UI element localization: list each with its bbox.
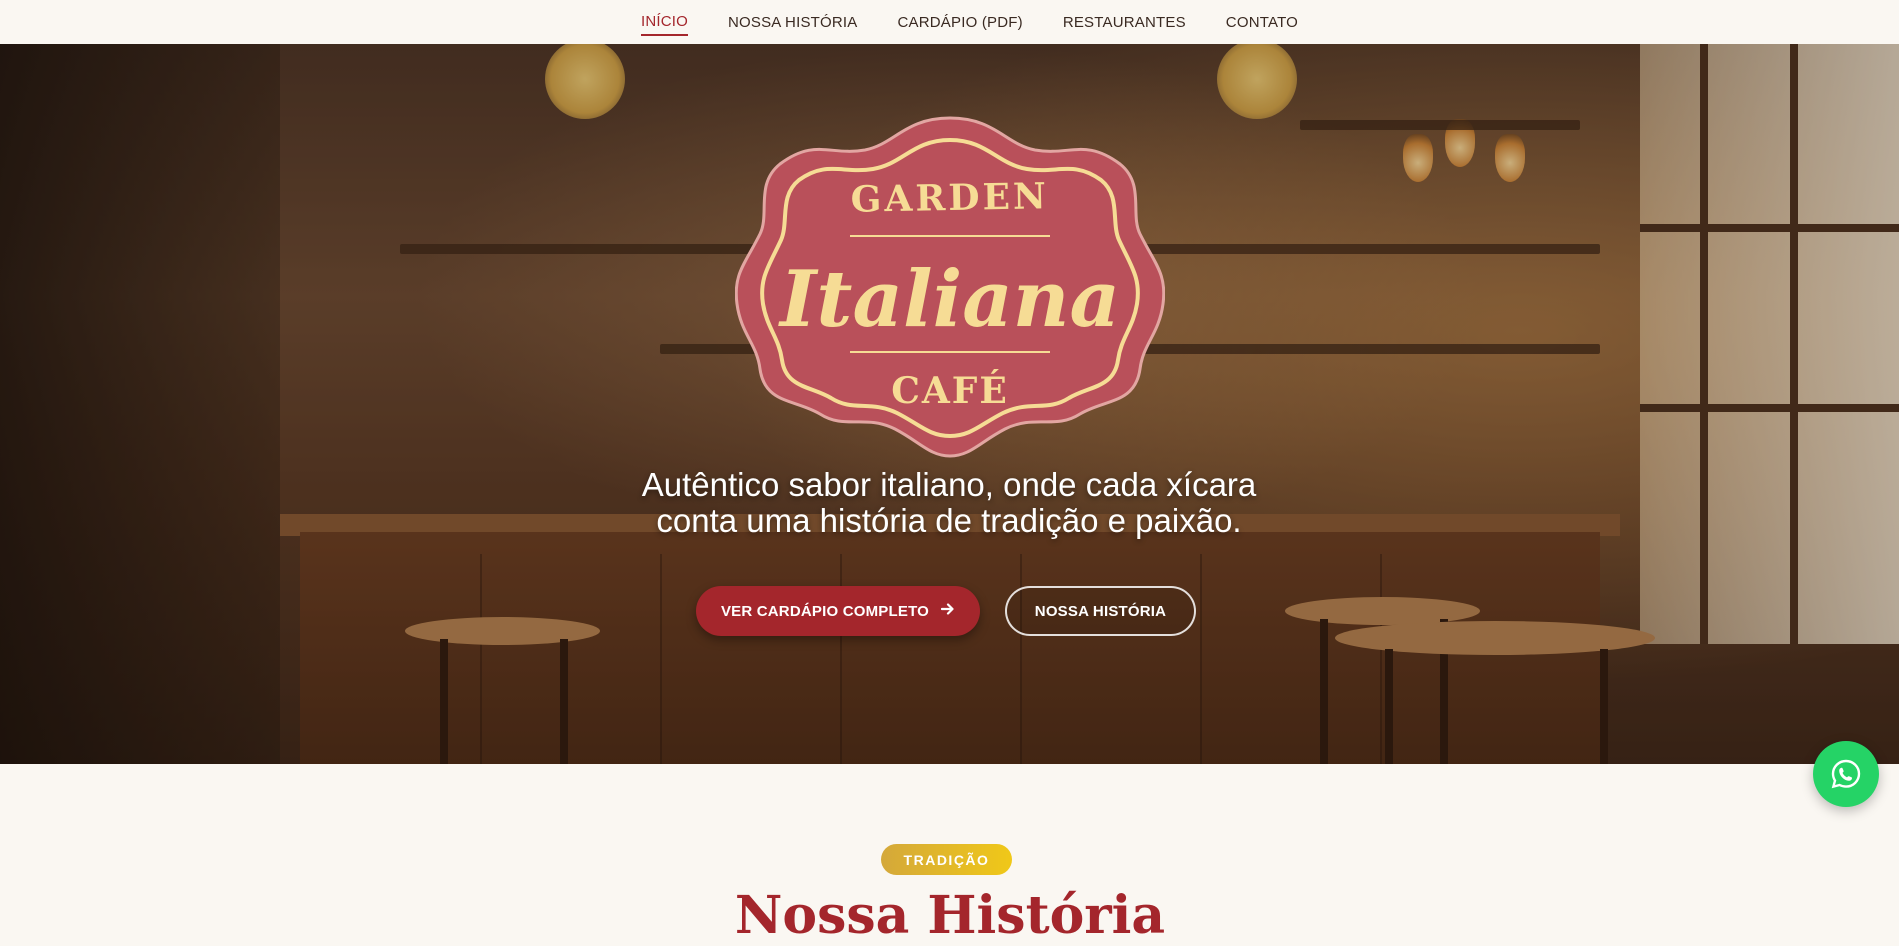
hero-tagline-line-2: conta uma história de tradição e paixão. [656, 502, 1242, 539]
logo-main-text: Italiana [778, 254, 1120, 345]
our-history-button-label: NOSSA HISTÓRIA [1034, 602, 1167, 620]
section-title: Nossa História [734, 885, 1166, 946]
main-nav: INÍCIO NOSSA HISTÓRIA CARDÁPIO (PDF) RES… [0, 0, 1899, 44]
view-menu-button-label: VER CARDÁPIO COMPLETO [720, 602, 930, 620]
nav-link-contato[interactable]: CONTATO [1226, 10, 1298, 35]
logo-bottom-text: CAFÉ [891, 370, 1009, 412]
our-history-button[interactable]: NOSSA HISTÓRIA [1005, 586, 1196, 636]
nav-link-cardapio-pdf[interactable]: CARDÁPIO (PDF) [898, 10, 1023, 35]
garden-italiana-cafe-logo: GARDEN Italiana CAFÉ [735, 116, 1165, 458]
section-badge: TRADIÇÃO [881, 844, 1012, 875]
hero-tagline: Autêntico sabor italiano, onde cada xíca… [549, 467, 1349, 539]
nav-link-restaurantes[interactable]: RESTAURANTES [1063, 10, 1186, 35]
nav-link-nossa-historia[interactable]: NOSSA HISTÓRIA [728, 10, 858, 35]
hero-section: GARDEN Italiana CAFÉ Autêntico sabor ita… [0, 44, 1899, 764]
whatsapp-button[interactable] [1813, 741, 1879, 807]
arrow-right-icon [940, 602, 955, 620]
view-menu-button[interactable]: VER CARDÁPIO COMPLETO [696, 586, 980, 636]
logo-top-text: GARDEN [850, 175, 1049, 220]
hero-tagline-line-1: Autêntico sabor italiano, onde cada xíca… [641, 466, 1257, 503]
whatsapp-icon [1831, 759, 1861, 789]
nav-link-inicio[interactable]: INÍCIO [640, 9, 688, 36]
